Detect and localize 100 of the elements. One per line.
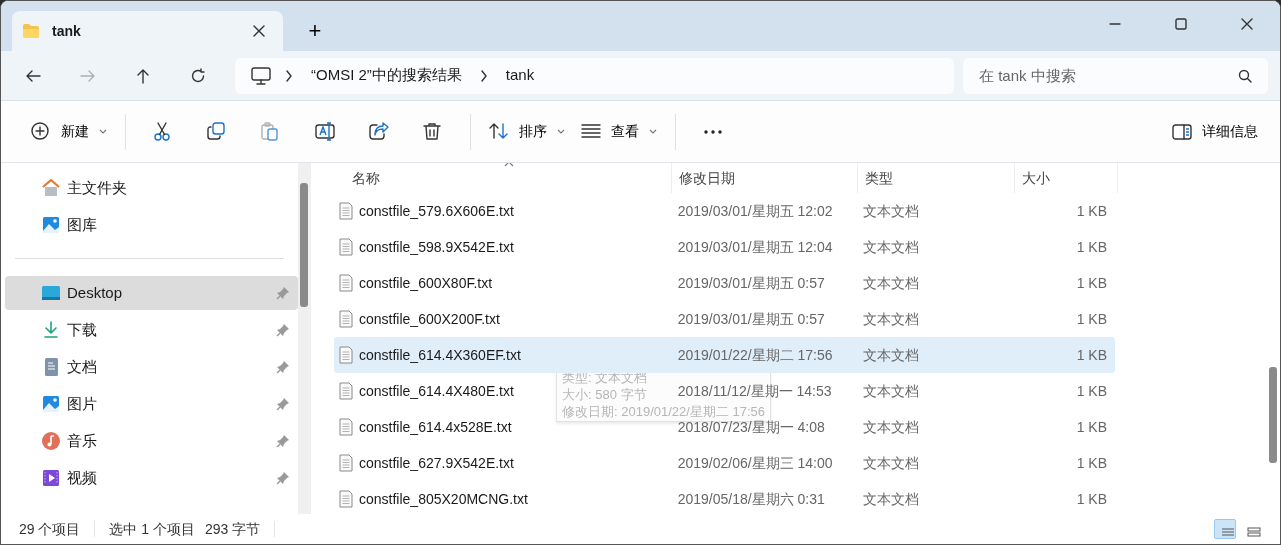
sort-button[interactable]: 排序: [481, 111, 573, 152]
selected-file-row[interactable]: constfile_614.4X360EF.txt 2019/01/22/星期二 17:56 文本文档 1 KB: [334, 337, 1115, 373]
file-size: 1 KB: [1075, 417, 1108, 437]
modified-date: 2019/05/18/星期六 0:31: [676, 489, 826, 509]
breadcrumb-item[interactable]: tank: [501, 64, 539, 87]
modified-date: 2019/03/01/星期五 12:04: [676, 237, 834, 257]
file-name: constfile_627.9X542E.txt: [359, 453, 514, 473]
modified-date: 2019/01/22/星期二 17:56: [676, 345, 834, 365]
file-name: constfile_614.4X360EF.txt: [359, 345, 521, 365]
file-size: 1 KB: [1075, 489, 1108, 509]
file-size: 1 KB: [1075, 381, 1108, 401]
computer-icon: [251, 66, 271, 85]
copy-icon: [207, 121, 227, 142]
text-file-icon: [339, 418, 353, 436]
folder-icon: [22, 23, 40, 39]
desktop-icon: [41, 283, 61, 303]
sidebar-item[interactable]: 主文件夹: [5, 171, 298, 205]
file-size: 1 KB: [1075, 201, 1108, 221]
music-icon: [41, 431, 61, 451]
share-icon: [369, 121, 389, 142]
plus-circle-icon: [31, 121, 51, 142]
file-type: 文本文档: [861, 453, 920, 473]
sidebar-item[interactable]: 文档: [5, 350, 298, 384]
text-file-icon: [339, 310, 353, 328]
file-type: 文本文档: [861, 237, 920, 257]
file-name: constfile_600X80F.txt: [359, 273, 493, 293]
text-file-icon: [339, 382, 353, 400]
text-file-icon: [339, 346, 353, 364]
file-name: constfile_805X20MCNG.txt: [359, 489, 528, 509]
folder-tab[interactable]: tank: [12, 11, 283, 51]
file-size: 1 KB: [1075, 237, 1108, 257]
column-header[interactable]: 名称: [334, 163, 672, 193]
details-pane-icon: [1172, 123, 1192, 140]
sidebar-item[interactable]: 视频: [5, 461, 298, 495]
modified-date: 2019/02/06/星期三 14:00: [676, 453, 834, 473]
video-icon: [41, 468, 61, 488]
view-icon: [1247, 527, 1261, 538]
gallery-icon: [41, 215, 61, 235]
new-button[interactable]: 新建: [23, 111, 115, 152]
pin-icon: [276, 397, 290, 411]
breadcrumb-item[interactable]: “OMSI 2”中的搜索结果: [307, 64, 466, 87]
pin-icon: [276, 471, 290, 485]
close-icon: [1241, 18, 1253, 30]
file-name: constfile_600X200F.txt: [359, 309, 500, 329]
column-header[interactable]: 大小: [1015, 163, 1118, 193]
chevron-icon: [479, 69, 488, 82]
file-size: 1 KB: [1075, 273, 1108, 293]
details-pane-button[interactable]: 详细信息: [1164, 111, 1266, 152]
sidebar-item[interactable]: 图库: [5, 208, 298, 242]
item-count: 29 个项目: [19, 519, 81, 539]
file-name: constfile_614.4x528E.txt: [359, 417, 512, 437]
search-field[interactable]: 在 tank 中搜索: [963, 57, 1268, 94]
new-tab-button[interactable]: +: [295, 15, 335, 47]
file-type: 文本文档: [861, 309, 920, 329]
file-type: 文本文档: [861, 417, 920, 437]
sidebar-item[interactable]: 音乐: [5, 424, 298, 458]
download-icon: [41, 320, 61, 340]
address-bar[interactable]: “OMSI 2”中的搜索结果 tank: [235, 57, 954, 94]
picture-icon: [41, 394, 61, 414]
sidebar-item[interactable]: Desktop: [5, 276, 298, 310]
text-file-icon: [339, 202, 353, 220]
view-button[interactable]: 查看: [573, 111, 665, 152]
text-cursor-icon: [315, 121, 335, 142]
modified-date: 2018/07/23/星期一 4:08: [676, 418, 826, 437]
scrollbar-thumb[interactable]: [300, 183, 308, 307]
modified-date: 2019/03/01/星期五 0:57: [676, 273, 826, 293]
text-file-icon: [339, 490, 353, 508]
column-header[interactable]: 类型: [858, 163, 1015, 193]
sidebar-item[interactable]: 图片: [5, 387, 298, 421]
file-name: constfile_579.6X606E.txt: [359, 201, 514, 221]
selection-count: 选中 1 个项目: [109, 519, 196, 539]
pin-icon: [276, 323, 290, 337]
pin-icon: [276, 360, 290, 374]
file-name: constfile_614.4X480E.txt: [359, 381, 514, 401]
chevron-icon: [285, 69, 293, 82]
text-file-icon: [339, 454, 353, 472]
text-file-icon: [339, 274, 353, 292]
maximize-icon: [1175, 18, 1187, 30]
clipboard-icon: [261, 121, 281, 142]
trash-icon: [423, 121, 443, 142]
tab-title: tank: [52, 21, 82, 41]
search-icon: [1238, 68, 1252, 83]
file-type: 文本文档: [861, 489, 920, 509]
file-size: 1 KB: [1075, 345, 1108, 365]
view-icon: [1221, 527, 1235, 538]
file-size: 1 KB: [1075, 453, 1108, 473]
refresh-icon: [190, 67, 206, 84]
column-header[interactable]: 修改日期: [672, 163, 858, 193]
pin-icon: [276, 286, 290, 300]
modified-date: 2019/03/01/星期五 0:57: [676, 309, 826, 329]
text-file-icon: [339, 238, 353, 256]
sort-arrows-icon: [489, 121, 509, 142]
file-name: constfile_598.9X542E.txt: [359, 237, 514, 257]
file-type: 文本文档: [861, 381, 920, 401]
scrollbar-thumb[interactable]: [1269, 367, 1277, 463]
sidebar-item[interactable]: 下载: [5, 313, 298, 347]
file-type: 文本文档: [861, 345, 920, 365]
file-type: 文本文档: [861, 273, 920, 293]
scissors-icon: [153, 121, 173, 142]
up-icon: [135, 67, 151, 84]
